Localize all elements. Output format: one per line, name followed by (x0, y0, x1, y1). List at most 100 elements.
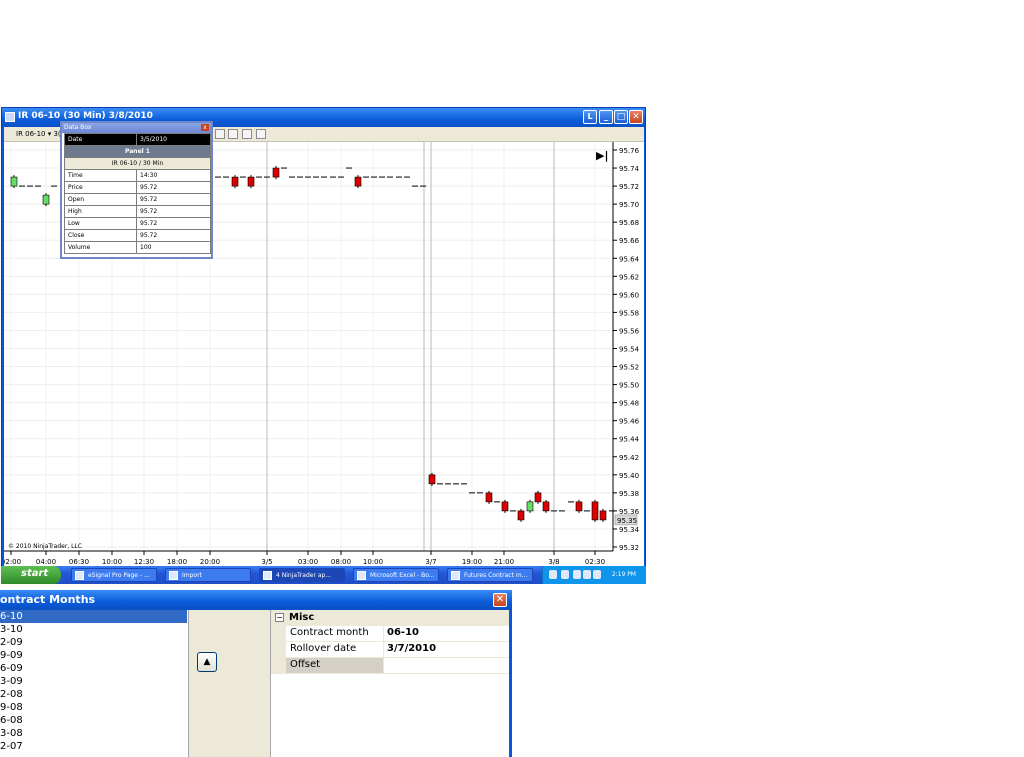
help-tray-icon[interactable] (549, 570, 557, 579)
maximize-button[interactable]: □ (614, 110, 628, 124)
candle-body (534, 492, 542, 503)
x-tick-label: 08:00 (331, 558, 351, 566)
security-tray-icon[interactable] (583, 570, 591, 579)
y-tick-label: 95.66 (619, 237, 640, 245)
taskbar-button[interactable]: eSignal Pro Page - ... (71, 568, 157, 582)
x-tick-label: 12:30 (134, 558, 154, 566)
property-row[interactable]: Rollover date 3/7/2010 (271, 642, 509, 658)
data-box-row-label: High (64, 205, 137, 218)
x-tick-label: 02:00 (4, 558, 21, 566)
contract-month-item[interactable]: 6-08 (0, 714, 187, 727)
system-tray: 2:19 PM (542, 566, 646, 584)
toolbar-icon-4[interactable] (256, 129, 266, 139)
y-tick-label: 95.50 (619, 382, 639, 390)
contract-month-item[interactable]: 9-08 (0, 701, 187, 714)
data-box-row-value: 95.72 (136, 181, 211, 194)
contract-month-item[interactable]: 2-07 (0, 740, 187, 753)
contract-months-title-bar[interactable]: ontract Months ✕ (0, 590, 512, 610)
contract-month-item[interactable]: 2-09 (0, 636, 187, 649)
candle-body (575, 501, 583, 512)
contract-month-item[interactable]: 2-08 (0, 688, 187, 701)
x-tick-label: 19:00 (462, 558, 482, 566)
ie-tray-icon[interactable] (573, 570, 581, 579)
toolbar-icon-3[interactable] (242, 129, 252, 139)
x-tick-label: 21:00 (494, 558, 514, 566)
y-tick-label: 95.46 (619, 418, 640, 426)
data-box-row: Open 95.72 (64, 193, 211, 206)
close-button[interactable]: ✕ (629, 110, 643, 124)
property-grid: − Misc Contract month 06-10 Rollover date 3… (270, 610, 509, 757)
taskbar-button-label: Microsoft Excel - Bo... (370, 572, 435, 579)
x-tick-label: 06:30 (69, 558, 89, 566)
contract-month-item[interactable]: 3-09 (0, 675, 187, 688)
property-category-misc[interactable]: − Misc (271, 610, 509, 626)
contract-months-close-button[interactable]: ✕ (493, 593, 507, 607)
up-arrow-icon: ▲ (203, 657, 211, 667)
data-box-row: Close 95.72 (64, 229, 211, 242)
x-tick-label: 3/8 (548, 558, 559, 566)
property-row[interactable]: Contract month 06-10 (271, 626, 509, 642)
taskbar-button[interactable]: Import (165, 568, 251, 582)
monitor-tray-icon[interactable] (593, 570, 601, 579)
data-box-row-value: 95.72 (136, 205, 211, 218)
candle-body (10, 176, 18, 187)
app-icon (5, 112, 15, 122)
link-button[interactable]: L (583, 110, 597, 124)
y-tick-label: 95.70 (619, 201, 639, 209)
contract-month-item[interactable]: 6-09 (0, 662, 187, 675)
toolbar-icon-1[interactable] (215, 129, 225, 139)
date-label: Date (64, 133, 137, 146)
panel-label: Panel 1 (64, 145, 211, 158)
candle-body (517, 510, 525, 521)
data-box-row-label: Price (64, 181, 137, 194)
taskbar: start eSignal Pro Page - ... Import 4 Ninj… (1, 566, 646, 584)
x-tick-label: 10:00 (102, 558, 122, 566)
y-tick-label: 95.52 (619, 364, 639, 372)
data-box-header[interactable]: Data Box x (62, 123, 211, 133)
candle-body (42, 194, 50, 205)
x-tick-label: 02:30 (585, 558, 605, 566)
data-box-close-icon[interactable]: x (201, 124, 209, 131)
y-tick-label: 95.74 (619, 165, 640, 173)
taskbar-button-label: eSignal Pro Page - ... (88, 572, 150, 579)
contract-month-item[interactable]: 3-08 (0, 727, 187, 740)
y-tick-label: 95.60 (619, 291, 639, 299)
contract-month-item[interactable]: 9-09 (0, 649, 187, 662)
candle-body (485, 492, 493, 503)
data-box-row-value: 95.72 (136, 217, 211, 230)
property-value[interactable]: 3/7/2010 (383, 642, 508, 657)
toolbar-icon-2[interactable] (228, 129, 238, 139)
network-tray-icon[interactable] (561, 570, 569, 579)
clock: 2:19 PM (611, 571, 636, 578)
y-tick-label: 95.72 (619, 183, 639, 191)
collapse-icon[interactable]: − (275, 613, 284, 622)
taskbar-button[interactable]: 4 NinjaTrader ap... (259, 568, 345, 582)
data-box-row-label: Open (64, 193, 137, 206)
contract-months-title: ontract Months (0, 593, 96, 606)
property-value[interactable]: 06-10 (383, 626, 508, 641)
property-row[interactable]: Offset (271, 658, 509, 674)
contract-month-list[interactable]: 6-10 3-10 2-09 9-09 6-09 3-09 2-08 9-08 6-08 3-08… (0, 610, 189, 757)
data-box-row-value: 95.72 (136, 229, 211, 242)
contract-month-item[interactable]: 3-10 (0, 623, 187, 636)
move-up-button[interactable]: ▲ (197, 652, 217, 672)
x-tick-label: 3/5 (261, 558, 272, 566)
taskbar-button[interactable]: Futures Contract m... (447, 568, 533, 582)
data-box-row: Volume 100 (64, 241, 211, 254)
minimize-button[interactable]: _ (599, 110, 613, 124)
taskbar-button[interactable]: Microsoft Excel - Bo... (353, 568, 439, 582)
app-icon (357, 571, 366, 580)
y-tick-label: 95.76 (619, 147, 640, 155)
data-box[interactable]: Data Box x Date 3/5/2010 Panel 1 IR 06-10… (60, 121, 213, 259)
y-tick-label: 95.44 (619, 436, 640, 444)
start-button[interactable]: start (1, 566, 61, 584)
data-box-row-label: Low (64, 217, 137, 230)
property-value[interactable] (383, 658, 508, 673)
x-tick-label: 20:00 (200, 558, 220, 566)
data-box-row-label: Close (64, 229, 137, 242)
go-to-end-icon[interactable]: ▶| (596, 149, 608, 162)
contract-month-item[interactable]: 6-10 (0, 610, 187, 623)
data-box-row-label: Volume (64, 241, 137, 254)
candle-body (272, 167, 280, 178)
instrument-selector[interactable]: IR 06-10 ▾ 3( (16, 130, 61, 138)
